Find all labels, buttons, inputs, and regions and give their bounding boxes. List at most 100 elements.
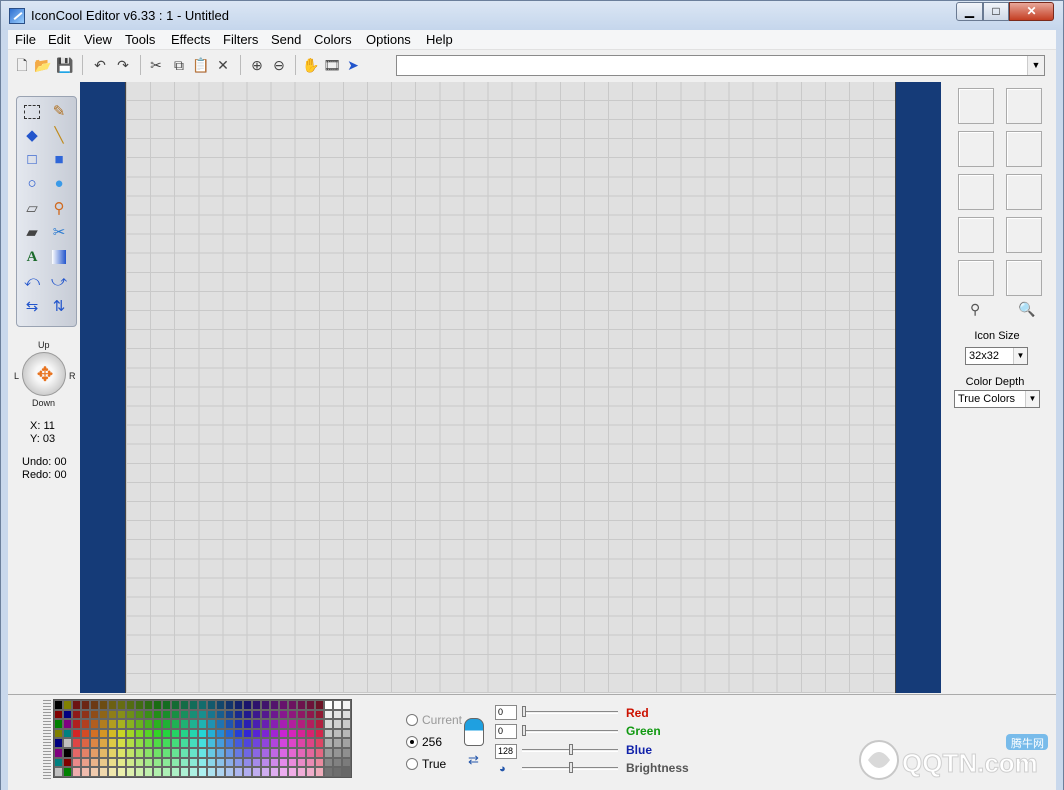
palette-swatch[interactable] — [63, 728, 72, 739]
palette-swatch[interactable] — [54, 757, 63, 768]
palette-swatch[interactable] — [108, 719, 117, 729]
palette-swatch[interactable] — [180, 747, 189, 758]
palette-swatch[interactable] — [234, 728, 243, 739]
palette-swatch[interactable] — [162, 700, 171, 710]
palette-swatch[interactable] — [198, 728, 207, 739]
color-palette[interactable] — [53, 699, 352, 778]
palette-swatch[interactable] — [216, 728, 225, 739]
palette-swatch[interactable] — [252, 728, 261, 739]
palette-swatch[interactable] — [252, 700, 261, 710]
palette-swatch[interactable] — [171, 767, 180, 777]
palette-swatch[interactable] — [279, 719, 288, 729]
fill-bucket-icon[interactable]: ◆ — [22, 126, 42, 146]
palette-swatch[interactable] — [288, 719, 297, 729]
palette-swatch[interactable] — [333, 728, 342, 739]
palette-swatch[interactable] — [180, 738, 189, 748]
palette-swatch[interactable] — [207, 738, 216, 748]
palette-swatch[interactable] — [216, 738, 225, 748]
flip-vertical-icon[interactable]: ⇅ — [49, 297, 69, 317]
preview-box[interactable] — [958, 174, 994, 210]
palette-swatch[interactable] — [270, 747, 279, 758]
smudge-icon[interactable]: ▰ — [22, 223, 42, 243]
palette-swatch[interactable] — [315, 728, 324, 739]
menu-effects[interactable]: Effects — [171, 32, 211, 47]
palette-swatch[interactable] — [270, 700, 279, 710]
palette-swatch[interactable] — [198, 757, 207, 768]
palette-swatch[interactable] — [324, 738, 333, 748]
palette-swatch[interactable] — [171, 757, 180, 768]
palette-swatch[interactable] — [333, 757, 342, 768]
palette-swatch[interactable] — [153, 700, 162, 710]
palette-swatch[interactable] — [189, 709, 198, 720]
palette-swatch[interactable] — [234, 709, 243, 720]
palette-swatch[interactable] — [153, 719, 162, 729]
palette-swatch[interactable] — [342, 719, 351, 729]
menu-help[interactable]: Help — [426, 32, 453, 47]
palette-swatch[interactable] — [306, 767, 315, 777]
palette-swatch[interactable] — [90, 700, 99, 710]
palette-swatch[interactable] — [117, 700, 126, 710]
palette-swatch[interactable] — [171, 719, 180, 729]
palette-swatch[interactable] — [162, 757, 171, 768]
palette-swatch[interactable] — [180, 719, 189, 729]
palette-swatch[interactable] — [126, 709, 135, 720]
palette-swatch[interactable] — [126, 728, 135, 739]
palette-swatch[interactable] — [297, 767, 306, 777]
palette-swatch[interactable] — [297, 738, 306, 748]
zoom-in-icon[interactable]: ⊕ — [248, 56, 266, 74]
drawing-canvas[interactable] — [125, 82, 896, 693]
gradient-icon[interactable] — [52, 250, 66, 264]
palette-swatch[interactable] — [234, 700, 243, 710]
palette-swatch[interactable] — [117, 738, 126, 748]
palette-swatch[interactable] — [216, 709, 225, 720]
palette-swatch[interactable] — [207, 747, 216, 758]
preview-box[interactable] — [1006, 174, 1042, 210]
zoom-out-icon[interactable]: ⊖ — [270, 56, 288, 74]
preview-box[interactable] — [1006, 88, 1042, 124]
palette-swatch[interactable] — [54, 728, 63, 739]
red-slider-track[interactable] — [522, 711, 618, 714]
palette-swatch[interactable] — [72, 757, 81, 768]
palette-swatch[interactable] — [342, 709, 351, 720]
palette-swatch[interactable] — [117, 709, 126, 720]
hand-icon[interactable]: ✋ — [302, 56, 320, 74]
red-slider-thumb[interactable] — [522, 706, 526, 717]
preview-box[interactable] — [1006, 260, 1042, 296]
palette-swatch[interactable] — [261, 728, 270, 739]
menu-edit[interactable]: Edit — [48, 32, 70, 47]
move-arrows-icon[interactable]: ✥ — [23, 353, 67, 397]
palette-swatch[interactable] — [126, 719, 135, 729]
palette-swatch[interactable] — [81, 767, 90, 777]
menu-tools[interactable]: Tools — [125, 32, 155, 47]
palette-swatch[interactable] — [162, 709, 171, 720]
palette-swatch[interactable] — [261, 709, 270, 720]
nav-pad[interactable]: ✥ — [22, 352, 66, 396]
palette-swatch[interactable] — [297, 719, 306, 729]
palette-swatch[interactable] — [90, 757, 99, 768]
palette-swatch[interactable] — [270, 767, 279, 777]
palette-swatch[interactable] — [342, 700, 351, 710]
chevron-down-icon[interactable]: ▼ — [1013, 348, 1027, 364]
menu-colors[interactable]: Colors — [314, 32, 352, 47]
palette-swatch[interactable] — [117, 728, 126, 739]
palette-swatch[interactable] — [144, 738, 153, 748]
palette-swatch[interactable] — [54, 738, 63, 748]
preview-box[interactable] — [1006, 217, 1042, 253]
minimize-button[interactable]: ▁ — [956, 2, 983, 21]
palette-swatch[interactable] — [198, 700, 207, 710]
palette-swatch[interactable] — [135, 709, 144, 720]
palette-swatch[interactable] — [243, 767, 252, 777]
palette-swatch[interactable] — [198, 738, 207, 748]
eraser-icon[interactable]: ▱ — [22, 199, 42, 219]
palette-swatch[interactable] — [252, 719, 261, 729]
palette-swatch[interactable] — [261, 757, 270, 768]
palette-swatch[interactable] — [54, 747, 63, 758]
cut-icon[interactable]: ✂ — [147, 56, 165, 74]
palette-swatch[interactable] — [342, 747, 351, 758]
palette-swatch[interactable] — [171, 728, 180, 739]
palette-swatch[interactable] — [135, 700, 144, 710]
palette-swatch[interactable] — [144, 747, 153, 758]
color-depth-select[interactable]: True Colors ▼ — [954, 390, 1040, 408]
palette-swatch[interactable] — [108, 728, 117, 739]
palette-swatch[interactable] — [81, 719, 90, 729]
